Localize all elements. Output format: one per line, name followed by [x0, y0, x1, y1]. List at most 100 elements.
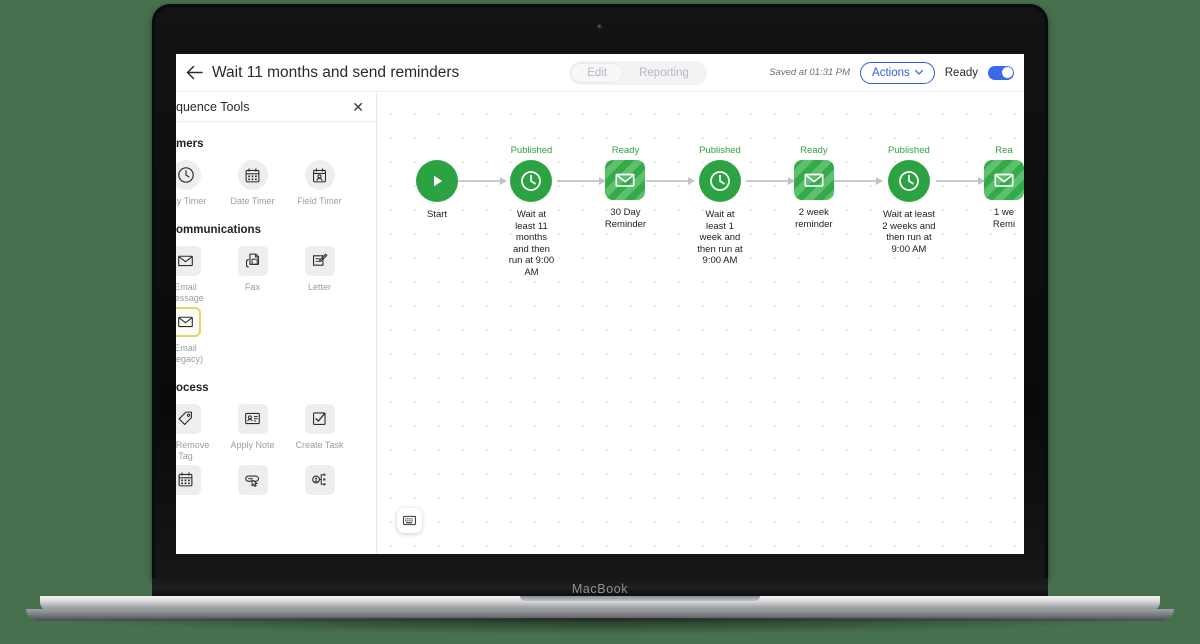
calendar-person-icon: [304, 160, 335, 190]
tool-label: Letter: [307, 281, 331, 292]
ready-toggle[interactable]: [988, 65, 1014, 80]
node-status: .: [436, 144, 439, 157]
play-icon: [434, 175, 442, 187]
section-title-process: ocess: [176, 381, 209, 394]
node-label: Start: [426, 209, 448, 220]
clock-icon: [521, 171, 542, 191]
tool-email-legacy[interactable]: Email (Legacy): [176, 305, 219, 366]
node-shape: [984, 160, 1024, 200]
node-status: Rea: [995, 145, 1013, 156]
tool-email-message[interactable]: Email message: [176, 244, 219, 305]
sidebar-title: quence Tools: [176, 99, 250, 114]
tool-apply-note[interactable]: Apply Note: [219, 402, 286, 463]
node-status: Ready: [800, 145, 828, 156]
flow-connector: [556, 177, 606, 184]
back-button[interactable]: [180, 59, 208, 87]
node-label: Wait at least 1 week and then run at 9:0…: [697, 209, 743, 266]
envelope-icon: [176, 306, 201, 337]
flow-node-timer-2[interactable]: Published Wait at least 1 week and then …: [694, 144, 746, 267]
minimap-icon: [402, 515, 417, 526]
email-square: [984, 160, 1024, 200]
tool-row-communications: Email message Fax: [176, 244, 376, 305]
node-shape: [416, 160, 458, 202]
tool-button-click[interactable]: [219, 463, 286, 501]
clock-icon: [899, 171, 919, 191]
node-label: 30 Day Reminder: [604, 207, 647, 230]
checkbox-task-icon: [304, 403, 335, 434]
flow-node-timer-3[interactable]: Published Wait at least 2 weeks and then…: [882, 144, 936, 255]
envelope-icon: [176, 245, 201, 276]
tool-date-timer[interactable]: Date Timer: [219, 158, 286, 208]
view-mode-tabs: Edit Reporting: [569, 60, 707, 85]
flow-connector: [646, 177, 696, 184]
tool-fax[interactable]: Fax: [219, 244, 286, 305]
chevron-down-icon: [914, 70, 923, 75]
laptop-shadow: [60, 618, 1140, 634]
fax-icon: [237, 245, 268, 276]
webcam-icon: [597, 24, 602, 29]
node-label: Wait at least 2 weeks and then run at 9:…: [882, 209, 936, 255]
tool-row-process: ply/Remove Tag: [176, 402, 376, 463]
header-right-group: Saved at 01:31 PM Actions Ready: [769, 61, 1016, 84]
sequence-tools-sidebar: quence Tools ✕ mers y Timer Date Timer F…: [176, 92, 377, 554]
envelope-icon: [804, 173, 824, 187]
node-status: Published: [510, 145, 553, 156]
flow-node-email-1[interactable]: Ready 30 Day Reminder: [605, 144, 646, 230]
tool-row-timers: elay Timer: [176, 158, 376, 208]
envelope-icon: [994, 173, 1014, 187]
flow-node-email-2[interactable]: Ready 2 week reminder: [793, 144, 834, 230]
tool-create-task[interactable]: Create Task: [286, 402, 353, 463]
calendar-icon: [237, 160, 268, 190]
minimap-button[interactable]: [397, 508, 422, 533]
flow-node-timer-1[interactable]: Published Wait at least 11 months and th…: [506, 144, 557, 278]
tab-reporting[interactable]: Reporting: [623, 63, 705, 83]
timer-circle: [510, 160, 553, 202]
node-shape: [887, 160, 930, 202]
tool-row-process-2: [176, 463, 376, 501]
tool-appointment[interactable]: [176, 463, 219, 501]
node-shape: [698, 160, 741, 202]
flow-connector: [833, 177, 883, 184]
node-shape: [605, 160, 646, 200]
tool-delay-timer[interactable]: elay Timer: [176, 158, 219, 208]
email-square: [605, 160, 646, 200]
tool-label: Apply Note: [230, 439, 275, 450]
node-status: Ready: [611, 145, 640, 156]
saved-status: Saved at 01:31 PM: [769, 67, 851, 78]
flow-connector: [458, 177, 507, 184]
tab-edit[interactable]: Edit: [571, 62, 624, 83]
ready-label: Ready: [944, 66, 978, 79]
screen-viewport: Wait 11 months and send reminders Edit R…: [176, 54, 1024, 554]
app-body: quence Tools ✕ mers y Timer Date Timer F…: [176, 92, 1024, 554]
button-click-icon: [237, 464, 268, 495]
close-icon[interactable]: ✕: [352, 100, 364, 114]
node-shape: [793, 160, 834, 200]
arrow-left-icon: [186, 65, 203, 80]
tag-icon: [176, 403, 201, 434]
app-header: Wait 11 months and send reminders Edit R…: [176, 54, 1024, 92]
tool-label: Field Timer: [297, 196, 342, 206]
flow-node-start[interactable]: . Start: [416, 144, 458, 221]
section-title-timers: mers: [176, 138, 204, 150]
tool-row-communications-2: Email (Legacy): [176, 305, 376, 366]
note-card-icon: [237, 403, 268, 434]
flow-connector: [745, 177, 795, 184]
section-title-communications: ommunications: [176, 223, 261, 236]
tool-apply-remove-tag[interactable]: ply/Remove Tag: [176, 402, 219, 463]
macbook-mockup: Wait 11 months and send reminders Edit R…: [0, 0, 1200, 644]
actions-button[interactable]: Actions: [860, 61, 935, 84]
clock-icon: [710, 171, 730, 191]
tool-field-timer[interactable]: Field Timer: [286, 158, 353, 208]
tool-label: Create Task: [295, 439, 344, 450]
tool-letter[interactable]: Letter: [286, 244, 353, 305]
node-status: Published: [888, 145, 930, 156]
timer-circle: [698, 160, 741, 202]
flow-node-email-3[interactable]: Rea 1 we Remi: [984, 144, 1024, 230]
sequence-flow: . Start Published: [416, 144, 1024, 278]
node-shape: [510, 160, 553, 202]
node-status: Published: [699, 145, 741, 156]
tool-label: Fax: [244, 281, 260, 292]
letter-pencil-icon: [304, 245, 335, 276]
sequence-canvas[interactable]: . Start Published: [377, 92, 1024, 554]
tool-decision-branch[interactable]: [286, 463, 353, 501]
